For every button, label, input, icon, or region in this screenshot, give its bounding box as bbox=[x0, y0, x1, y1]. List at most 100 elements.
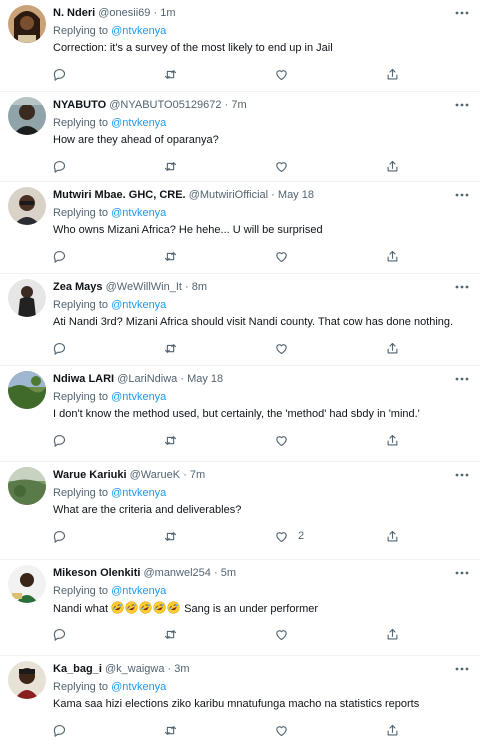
author-handle[interactable]: @manwel254 bbox=[143, 567, 210, 579]
author-name[interactable]: Ndiwa LARI bbox=[53, 373, 114, 385]
timestamp[interactable]: 3m bbox=[174, 663, 189, 675]
avatar[interactable] bbox=[8, 467, 46, 505]
reply-tweet[interactable]: Mutwiri Mbae. GHC, CRE. @MutwiriOfficial… bbox=[0, 182, 480, 274]
more-options-icon[interactable] bbox=[454, 187, 470, 203]
author-name[interactable]: Zea Mays bbox=[53, 281, 103, 293]
avatar[interactable] bbox=[8, 5, 46, 43]
reply-button[interactable] bbox=[52, 625, 67, 643]
avatar[interactable] bbox=[8, 187, 46, 225]
author-name[interactable]: Mikeson Olenkiti bbox=[53, 567, 140, 579]
avatar[interactable] bbox=[8, 565, 46, 603]
timestamp[interactable]: 1m bbox=[160, 7, 175, 19]
reply-button[interactable] bbox=[52, 431, 67, 449]
reply-tweet[interactable]: N. Nderi @onesii69 · 1m Replying to @ntv… bbox=[0, 0, 480, 92]
reply-button[interactable] bbox=[52, 157, 67, 175]
mention-link[interactable]: @ntvkenya bbox=[111, 681, 166, 693]
share-button[interactable] bbox=[385, 625, 400, 643]
like-button[interactable] bbox=[274, 65, 298, 83]
timestamp[interactable]: 5m bbox=[221, 567, 236, 579]
tweet-text-start: Nandi what bbox=[53, 603, 109, 615]
mention-link[interactable]: @ntvkenya bbox=[111, 487, 166, 499]
reply-tweet[interactable]: Warue Kariuki @WarueK · 7m Replying to @… bbox=[0, 462, 480, 560]
author-handle[interactable]: @LariNdiwa bbox=[117, 373, 177, 385]
more-options-icon[interactable] bbox=[454, 5, 470, 21]
retweet-button[interactable] bbox=[163, 247, 178, 265]
share-button[interactable] bbox=[385, 157, 400, 175]
retweet-button[interactable] bbox=[163, 431, 178, 449]
more-options-icon[interactable] bbox=[454, 661, 470, 677]
share-button[interactable] bbox=[385, 339, 400, 357]
like-button[interactable] bbox=[274, 339, 298, 357]
author-handle[interactable]: @MutwiriOfficial bbox=[189, 189, 268, 201]
author-name[interactable]: Warue Kariuki bbox=[53, 469, 127, 481]
author-handle[interactable]: @onesii69 bbox=[98, 7, 150, 19]
replying-to: Replying to @ntvkenya bbox=[53, 486, 166, 500]
reply-button[interactable] bbox=[52, 247, 67, 265]
author-name[interactable]: NYABUTO bbox=[53, 99, 106, 111]
avatar[interactable] bbox=[8, 371, 46, 409]
retweet-button[interactable] bbox=[163, 721, 178, 739]
retweet-button[interactable] bbox=[163, 527, 178, 545]
avatar[interactable] bbox=[8, 97, 46, 135]
share-button[interactable] bbox=[385, 247, 400, 265]
share-button[interactable] bbox=[385, 527, 400, 545]
more-options-icon[interactable] bbox=[454, 97, 470, 113]
share-icon bbox=[387, 530, 398, 541]
reply-tweet[interactable]: Ndiwa LARI @LariNdiwa · May 18 Replying … bbox=[0, 366, 480, 462]
author-handle[interactable]: @k_waigwa bbox=[105, 663, 164, 675]
tweet-actions bbox=[48, 625, 418, 643]
like-button[interactable] bbox=[274, 431, 298, 449]
share-button[interactable] bbox=[385, 65, 400, 83]
separator-dot: · bbox=[271, 189, 275, 201]
mention-link[interactable]: @ntvkenya bbox=[111, 207, 166, 219]
more-options-icon[interactable] bbox=[454, 279, 470, 295]
retweet-button[interactable] bbox=[163, 625, 178, 643]
reply-button[interactable] bbox=[52, 65, 67, 83]
reply-tweet[interactable]: Mikeson Olenkiti @manwel254 · 5m Replyin… bbox=[0, 560, 480, 656]
reply-button[interactable] bbox=[52, 339, 67, 357]
author-handle[interactable]: @WarueK bbox=[130, 469, 181, 481]
more-options-icon[interactable] bbox=[454, 371, 470, 387]
mention-link[interactable]: @ntvkenya bbox=[111, 117, 166, 129]
author-name[interactable]: N. Nderi bbox=[53, 7, 95, 19]
like-button[interactable]: 2 bbox=[274, 527, 304, 545]
more-options-icon[interactable] bbox=[454, 467, 470, 483]
timestamp[interactable]: 7m bbox=[190, 469, 205, 481]
replying-label: Replying to bbox=[53, 117, 109, 129]
share-button[interactable] bbox=[385, 721, 400, 739]
author-handle[interactable]: @NYABUTO05129672 bbox=[109, 99, 221, 111]
retweet-icon bbox=[164, 69, 177, 79]
like-button[interactable] bbox=[274, 247, 298, 265]
retweet-button[interactable] bbox=[163, 157, 178, 175]
like-button[interactable] bbox=[274, 625, 298, 643]
replying-label: Replying to bbox=[53, 391, 109, 403]
more-options-icon[interactable] bbox=[454, 565, 470, 581]
reply-button[interactable] bbox=[52, 527, 67, 545]
reply-tweet[interactable]: Ka_bag_i @k_waigwa · 3m Replying to @ntv… bbox=[0, 656, 480, 751]
avatar[interactable] bbox=[8, 661, 46, 699]
timestamp[interactable]: 7m bbox=[231, 99, 246, 111]
retweet-button[interactable] bbox=[163, 65, 178, 83]
replying-label: Replying to bbox=[53, 25, 109, 37]
like-button[interactable] bbox=[274, 157, 298, 175]
author-name[interactable]: Ka_bag_i bbox=[53, 663, 102, 675]
mention-link[interactable]: @ntvkenya bbox=[111, 25, 166, 37]
mention-link[interactable]: @ntvkenya bbox=[111, 585, 166, 597]
reply-tweet[interactable]: NYABUTO @NYABUTO05129672 · 7m Replying t… bbox=[0, 92, 480, 182]
author-name[interactable]: Mutwiri Mbae. GHC, CRE. bbox=[53, 189, 186, 201]
rofl-emoji-icon bbox=[125, 601, 138, 614]
timestamp[interactable]: May 18 bbox=[278, 189, 314, 201]
like-button[interactable] bbox=[274, 721, 298, 739]
retweet-button[interactable] bbox=[163, 339, 178, 357]
author-handle[interactable]: @WeWillWin_It bbox=[106, 281, 182, 293]
reply-button[interactable] bbox=[52, 721, 67, 739]
reply-tweet[interactable]: Zea Mays @WeWillWin_It · 8m Replying to … bbox=[0, 274, 480, 366]
avatar[interactable] bbox=[8, 279, 46, 317]
mention-link[interactable]: @ntvkenya bbox=[111, 299, 166, 311]
tweet-actions bbox=[48, 247, 418, 265]
mention-link[interactable]: @ntvkenya bbox=[111, 391, 166, 403]
share-button[interactable] bbox=[385, 431, 400, 449]
timestamp[interactable]: 8m bbox=[192, 281, 207, 293]
replies-feed: N. Nderi @onesii69 · 1m Replying to @ntv… bbox=[0, 0, 480, 751]
timestamp[interactable]: May 18 bbox=[187, 373, 223, 385]
